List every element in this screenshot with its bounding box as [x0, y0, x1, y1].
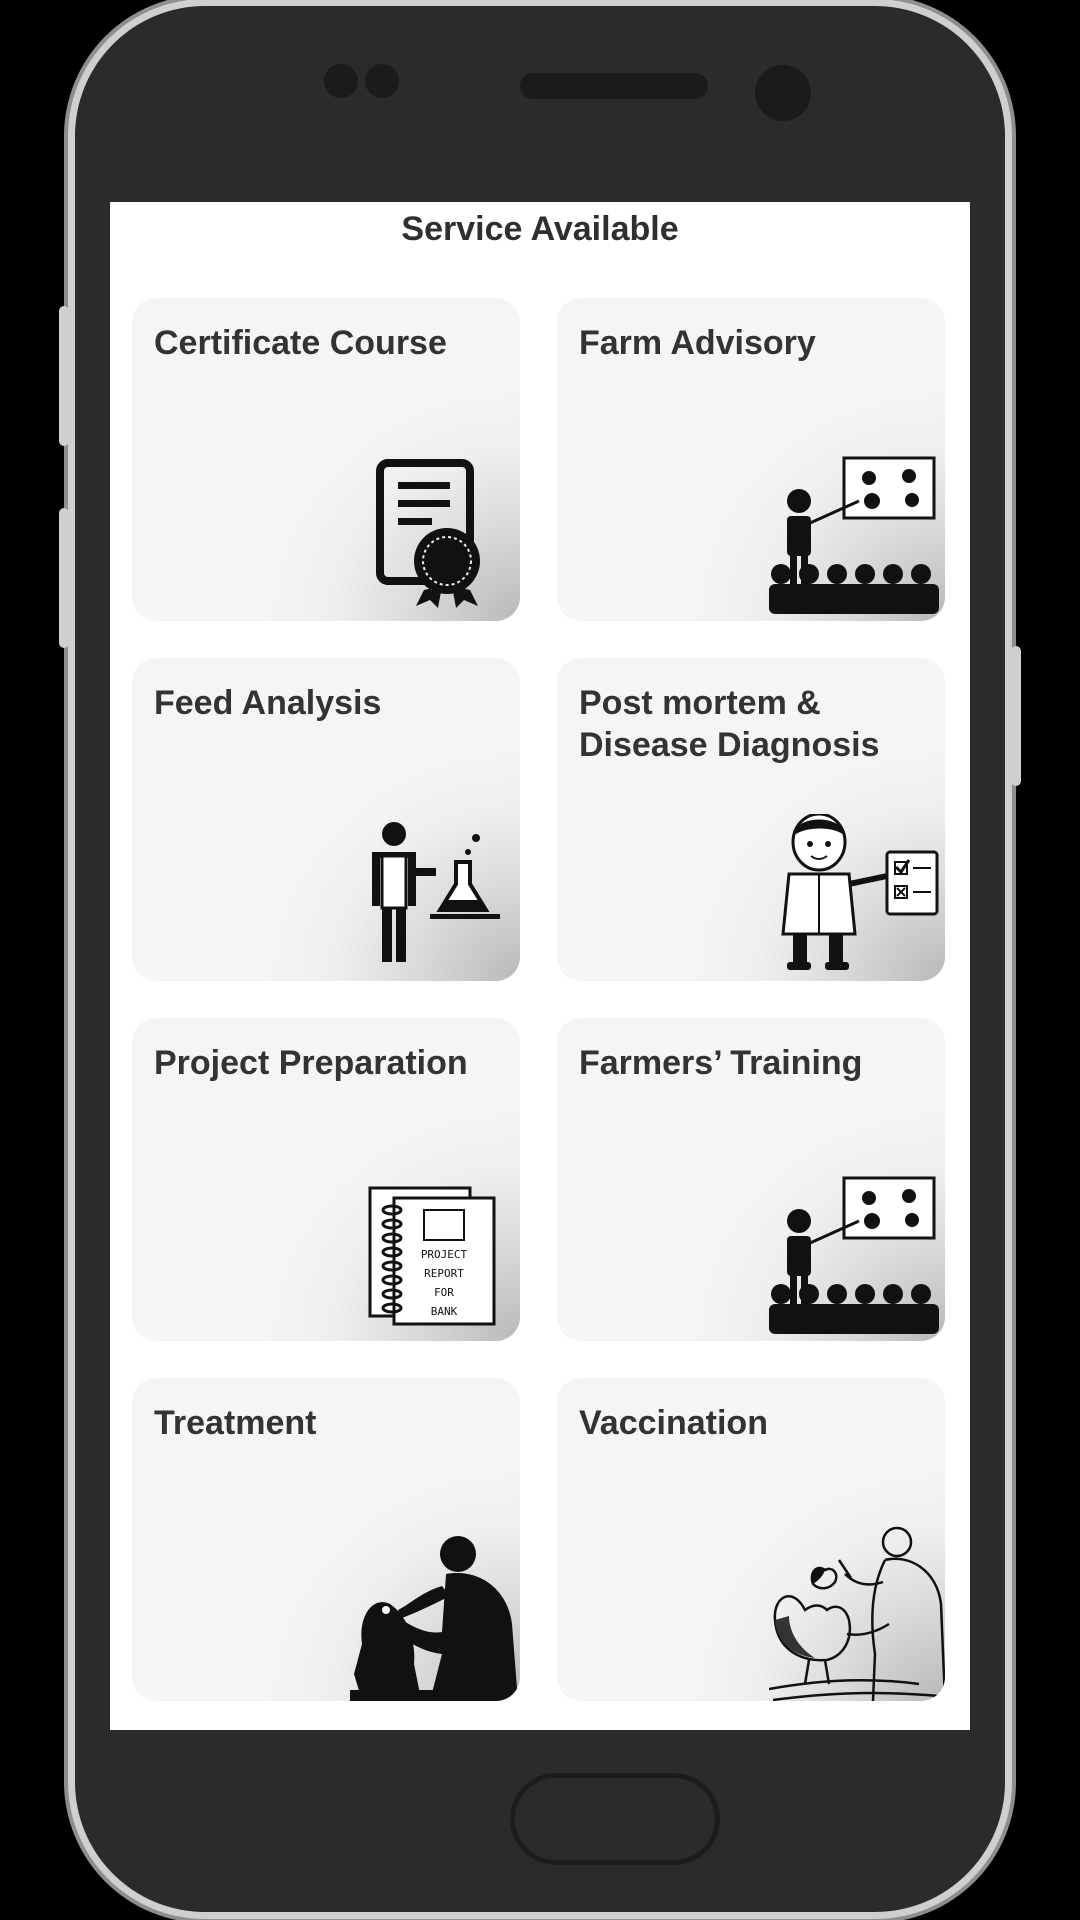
front-camera	[755, 65, 811, 121]
power-button	[1011, 646, 1021, 786]
service-title: Farm Advisory	[579, 324, 816, 362]
home-button[interactable]	[510, 1773, 720, 1865]
service-card-post-mortem-disease-diagnosis[interactable]: Post mortem & Disease Diagnosis	[557, 658, 945, 981]
service-title: Vaccination	[579, 1404, 768, 1442]
proximity-sensor	[324, 64, 358, 98]
lab-analysis-icon	[364, 822, 504, 972]
service-title: Certificate Course	[154, 324, 447, 362]
service-card-farm-advisory[interactable]: Farm Advisory	[557, 298, 945, 621]
service-title: Treatment	[154, 1404, 317, 1442]
report-label-line-1: PROJECT	[421, 1248, 468, 1261]
service-title: Post mortem & Disease Diagnosis	[579, 684, 880, 764]
page-title: Service Available	[401, 210, 679, 248]
volume-down-button	[59, 508, 69, 648]
service-card-treatment[interactable]: Treatment	[132, 1378, 520, 1701]
light-sensor	[365, 64, 399, 98]
service-card-project-preparation[interactable]: Project Preparation PROJECT REPORT FOR B…	[132, 1018, 520, 1341]
service-card-feed-analysis[interactable]: Feed Analysis	[132, 658, 520, 981]
training-presentation-icon	[769, 1176, 944, 1336]
service-card-farmers-training[interactable]: Farmers’ Training	[557, 1018, 945, 1341]
certificate-icon	[372, 458, 492, 608]
service-card-vaccination[interactable]: Vaccination	[557, 1378, 945, 1701]
volume-up-button	[59, 306, 69, 446]
report-label-line-4: BANK	[431, 1305, 458, 1318]
vaccination-icon	[769, 1524, 945, 1701]
doctor-checklist-icon	[775, 814, 940, 979]
project-report-icon: PROJECT REPORT FOR BANK	[368, 1186, 498, 1326]
service-card-certificate-course[interactable]: Certificate Course	[132, 298, 520, 621]
app-screen: Service Available Certificate Course Far…	[110, 202, 970, 1730]
advisory-presentation-icon	[769, 456, 944, 616]
earpiece-speaker	[520, 73, 708, 99]
service-title: Feed Analysis	[154, 684, 382, 722]
service-title: Farmers’ Training	[579, 1044, 863, 1082]
report-label-line-3: FOR	[434, 1286, 454, 1299]
report-label-line-2: REPORT	[424, 1267, 464, 1280]
service-title: Project Preparation	[154, 1044, 468, 1082]
treatment-icon	[350, 1534, 520, 1701]
